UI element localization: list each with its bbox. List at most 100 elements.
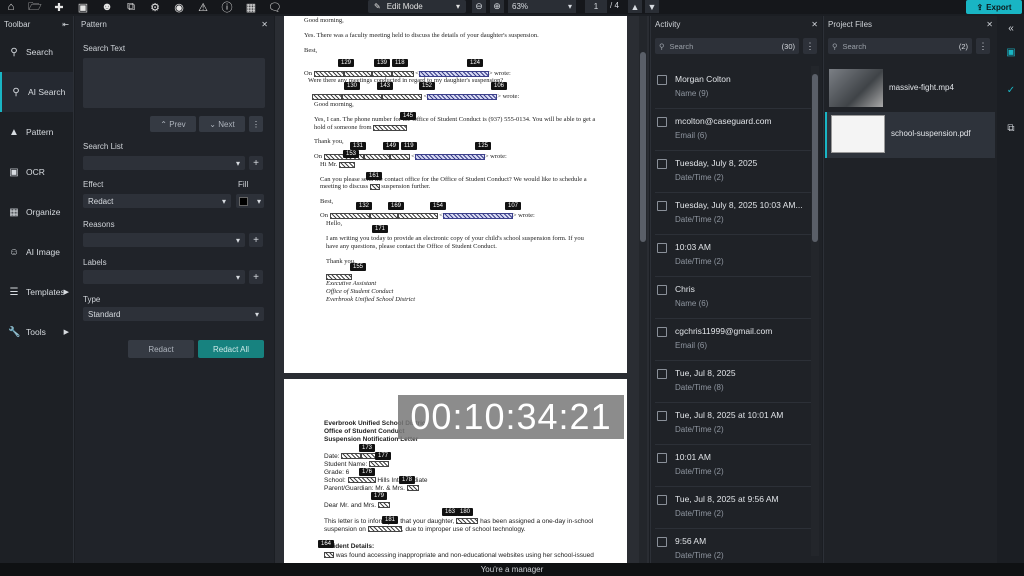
export-button[interactable]: ⇪ Export (966, 0, 1022, 14)
activity-item[interactable]: Tuesday, July 8, 2025 10:03 AM... Date/Ti… (655, 194, 813, 235)
redaction-tag[interactable]: 119 (401, 142, 417, 150)
redaction-tag[interactable]: 154 (430, 202, 447, 210)
nav-item-ai-search[interactable]: ⚲ AI Search (0, 72, 73, 112)
checkbox[interactable] (657, 411, 667, 421)
nav-item-ai-image[interactable]: ☺ AI Image (0, 232, 73, 272)
activity-item[interactable]: 10:03 AM Date/Time (2) (655, 236, 813, 277)
prev-button[interactable]: ⌃ Prev (150, 116, 196, 132)
redaction-box[interactable] (338, 161, 355, 168)
nav-item-organize[interactable]: ▦ Organize (0, 192, 73, 232)
redaction-tag[interactable]: 107 (505, 202, 522, 210)
redaction-tag[interactable]: 149 (383, 142, 400, 150)
redaction-box[interactable] (391, 70, 414, 77)
project-file-item[interactable]: school-suspension.pdf (825, 112, 995, 158)
redaction-box[interactable] (313, 70, 344, 77)
redaction-box[interactable] (377, 502, 390, 509)
checkbox[interactable] (657, 201, 667, 211)
scrollbar-thumb[interactable] (640, 52, 646, 242)
redaction-tag[interactable]: 177 (375, 452, 392, 460)
reasons-select[interactable]: ▾ (83, 233, 245, 247)
redact-button[interactable]: Redact (128, 340, 194, 358)
redaction-box[interactable] (427, 93, 498, 100)
activity-item[interactable]: mcolton@caseguard.com Email (6) (655, 110, 813, 151)
activity-item[interactable]: 10:01 AM Date/Time (2) (655, 446, 813, 487)
checkbox[interactable] (657, 495, 667, 505)
type-select[interactable]: Standard ▾ (83, 307, 264, 321)
redaction-tag[interactable]: 179 (371, 492, 388, 500)
redaction-box[interactable] (397, 212, 438, 219)
redaction-tag[interactable]: 176 (359, 468, 376, 476)
close-icon[interactable]: ✕ (261, 20, 268, 29)
prev-page-button[interactable]: ▲ (628, 0, 642, 13)
redaction-tag[interactable]: 129 (338, 59, 355, 67)
redaction-box[interactable] (329, 212, 370, 219)
activity-scrollbar[interactable] (811, 66, 819, 556)
edit-mode-select[interactable]: ✎ Edit Mode ▾ (368, 0, 466, 13)
checkbox[interactable] (657, 285, 667, 295)
checkbox[interactable] (657, 243, 667, 253)
activity-more-button[interactable]: ⋮ (803, 38, 817, 54)
nav-item-templates[interactable]: ☰ Templates ▶ (0, 272, 73, 312)
next-button[interactable]: ⌄ Next (199, 116, 245, 132)
activity-item[interactable]: Tuesday, July 8, 2025 Date/Time (2) (655, 152, 813, 193)
copy-icon[interactable]: ⧉ (124, 1, 138, 13)
scrollbar-thumb[interactable] (812, 74, 818, 242)
next-page-button[interactable]: ▼ (645, 0, 659, 13)
search-text-input[interactable] (83, 58, 265, 108)
redaction-tag[interactable]: 171 (372, 225, 389, 233)
home-icon[interactable]: ⌂ (4, 1, 18, 13)
activity-item[interactable]: Tue, Jul 8, 2025 Date/Time (8) (655, 362, 813, 403)
save-icon[interactable]: ▣ (76, 1, 90, 14)
info-icon[interactable]: ⓘ (220, 1, 234, 14)
redaction-box[interactable] (343, 70, 372, 77)
record-icon[interactable]: ◉ (172, 1, 186, 14)
redaction-tag[interactable]: 153 (343, 150, 360, 158)
chat-icon[interactable]: 🗨 (268, 1, 282, 14)
fill-color-select[interactable]: ▾ (236, 194, 264, 208)
redaction-box[interactable] (363, 153, 390, 160)
nav-item-tools[interactable]: 🔧 Tools ▶ (0, 312, 73, 352)
nav-item-ocr[interactable]: ▣ OCR (0, 152, 73, 192)
redaction-tag[interactable]: 131 (350, 142, 367, 150)
redaction-box[interactable] (389, 153, 410, 160)
project-files-icon[interactable]: ▣ (1005, 46, 1017, 58)
zoom-in-button[interactable]: ⊕ (490, 0, 504, 13)
checkbox[interactable] (657, 75, 667, 85)
document-scrollbar[interactable] (639, 16, 647, 564)
effect-select[interactable]: Redact ▾ (83, 194, 231, 208)
redaction-box[interactable] (324, 552, 334, 559)
redaction-tag[interactable]: 164 (318, 540, 335, 548)
zoom-out-button[interactable]: ⊖ (472, 0, 486, 13)
redaction-box[interactable] (341, 453, 362, 460)
redaction-tag[interactable]: 178 (399, 476, 416, 484)
redaction-tag[interactable]: 143 (377, 82, 394, 90)
checkbox[interactable] (657, 369, 667, 379)
project-more-button[interactable]: ⋮ (976, 38, 990, 54)
more-options-button[interactable]: ⋮ (249, 116, 263, 132)
checkbox[interactable] (657, 117, 667, 127)
redaction-box[interactable] (371, 70, 392, 77)
document-viewer[interactable]: Good morning, Yes. There was a faculty m… (275, 16, 649, 569)
project-file-item[interactable]: massive-fight.mp4 (825, 66, 995, 112)
redaction-tag[interactable]: 163 (442, 508, 459, 516)
settings-icon[interactable]: ⚙ (148, 1, 162, 14)
collapse-right-icon[interactable]: « (1005, 22, 1017, 34)
redaction-tag[interactable]: 125 (475, 142, 492, 150)
redaction-box[interactable] (347, 477, 376, 484)
redaction-tag[interactable]: 145 (400, 112, 417, 120)
nav-item-search[interactable]: ⚲ Search (0, 32, 73, 72)
project-search-input[interactable]: ⚲ Search (2) (828, 38, 972, 54)
new-file-icon[interactable]: ✚ (52, 1, 66, 14)
collapse-icon[interactable]: ⇤ (62, 20, 69, 29)
activity-item[interactable]: Chris Name (6) (655, 278, 813, 319)
redaction-box[interactable] (312, 93, 342, 100)
redaction-box[interactable] (382, 93, 422, 100)
warning-icon[interactable]: ⚠ (196, 1, 210, 14)
activity-item[interactable]: cgchris11999@gmail.com Email (6) (655, 320, 813, 361)
redaction-tag[interactable]: 173 (359, 444, 376, 452)
checkbox[interactable] (657, 327, 667, 337)
redaction-box[interactable] (414, 153, 485, 160)
close-icon[interactable]: ✕ (811, 20, 818, 29)
checkbox[interactable] (657, 159, 667, 169)
redaction-box[interactable] (369, 461, 390, 468)
